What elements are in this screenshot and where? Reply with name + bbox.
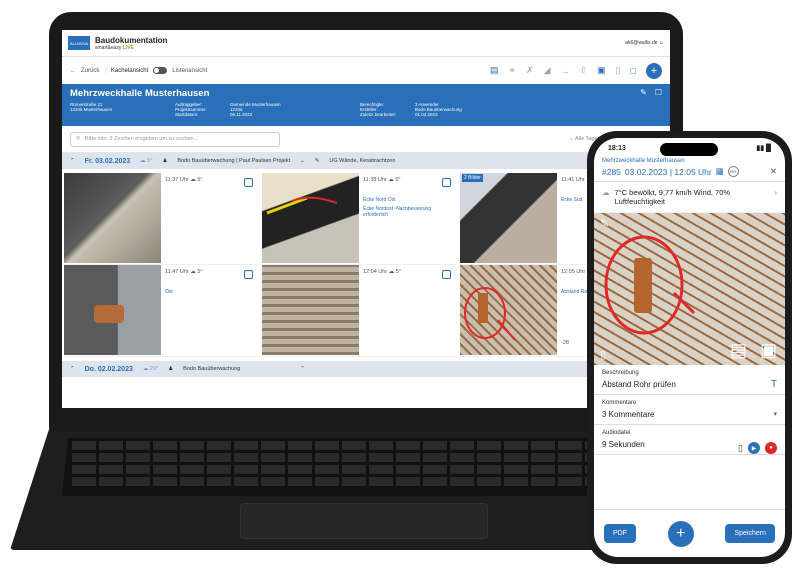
gallery-icon[interactable]: ▤ (730, 340, 747, 361)
collapse-icon: ⌃ (300, 366, 305, 372)
photo-thumbnail (64, 173, 161, 263)
photo-thumbnail: 2 Bilder (460, 173, 557, 263)
avatar: RR (727, 166, 739, 177)
record-icon[interactable]: ● (765, 442, 777, 454)
photo-card[interactable]: 11:47 Uhr ☁ 5° Ost (64, 265, 259, 357)
close-icon[interactable]: ✕ (770, 166, 777, 177)
photo-thumbnail (64, 265, 161, 355)
select-checkbox[interactable] (442, 270, 451, 279)
select-checkbox[interactable] (244, 178, 253, 187)
select-checkbox[interactable] (442, 178, 451, 187)
tile-view-label[interactable]: Kachelansicht (111, 68, 148, 74)
cloud-icon: ☁ (602, 188, 610, 197)
photo-card[interactable]: 11:37 Uhr ☁ 5° (64, 173, 259, 265)
entry-datetime: 03.02.2023 | 12:05 Uhr (624, 166, 712, 177)
select-checkbox-icon[interactable]: ☐ (655, 88, 662, 97)
trash-icon[interactable]: ▯ (600, 348, 606, 361)
chevron-down-icon: ▾ (773, 411, 777, 418)
photo-thumbnail (262, 265, 359, 355)
signal-battery-icon: ▮▮ █ (756, 145, 771, 152)
add-button[interactable]: + (667, 520, 694, 547)
day-date: Do. 02.02.2023 (84, 365, 133, 373)
pdf-button[interactable]: PDF (604, 524, 636, 543)
touchpad (240, 503, 488, 539)
laptop-screen: ALLNOVA Baudokumentation smart&easy LIVE… (62, 30, 670, 408)
tag-icon[interactable]: ◢ (544, 65, 551, 76)
people-icon: ♟ (162, 158, 168, 164)
people-icon: ♟ (168, 366, 174, 372)
trash-icon[interactable]: ▯ (738, 443, 743, 454)
app-subtitle: smart&easy LIVE (95, 44, 134, 51)
entry-header: Mehrzweckhalle Musterhausen #285 03.02.2… (594, 158, 785, 182)
chevron-up-icon: ⌃ (70, 366, 75, 372)
day-date: Fr. 03.02.2023 (84, 157, 131, 165)
play-icon[interactable]: ▶ (748, 442, 760, 454)
camera-icon[interactable]: ▣ (760, 340, 777, 361)
phone-screen: 18:13 ▮▮ █ Mehrzweckhalle Musterhausen #2… (594, 138, 785, 557)
photo-thumbnail (262, 173, 359, 263)
expand-icon: ⌄ (300, 158, 305, 164)
pencil-icon[interactable]: ✎ (600, 217, 609, 230)
entry-photo[interactable]: ✎ ▯ ▤ ▣ (594, 213, 785, 365)
project-title: Mehrzweckhalle Musterhausen (70, 88, 210, 99)
calendar-icon[interactable]: ▦ (716, 166, 724, 177)
document-icon[interactable]: □ (631, 66, 636, 76)
audio-field: Audiodatei 9 Sekunden ▯ ▶ ● (594, 425, 785, 455)
save-button[interactable]: Speichern (725, 524, 775, 543)
view-toggle[interactable] (153, 67, 168, 74)
photo-card[interactable]: 11:38 Uhr ☁ 5° Ecke Nord Ost Ecke Nordost… (262, 173, 457, 265)
folder-icon[interactable]: ▣ (597, 65, 606, 76)
toolbar: ← Zurück | Kachelansicht Listenansicht ▤… (62, 57, 670, 84)
upload-icon[interactable]: ⇧ (580, 65, 588, 76)
unlink-icon[interactable]: ✗ (526, 65, 534, 76)
photo-thumbnail (460, 265, 557, 355)
chevron-up-icon: ⌃ (70, 158, 75, 164)
delete-list-icon[interactable]: ▤ (490, 65, 499, 76)
logo: ALLNOVA (68, 36, 90, 50)
phone: 18:13 ▮▮ █ Mehrzweckhalle Musterhausen #2… (587, 131, 792, 564)
link-icon[interactable]: ⚭ (509, 65, 517, 76)
trash-icon[interactable]: ▯ (616, 65, 621, 76)
chevron-right-icon: › (774, 188, 778, 197)
dynamic-island (660, 143, 718, 156)
photo-grid: 11:37 Uhr ☁ 5° 11:38 Uhr ☁ 5° Ecke Nord … (62, 169, 670, 361)
app-title: Baudokumentation (95, 35, 168, 45)
day-header[interactable]: ⌃ Fr. 03.02.2023 ☁ 5° ♟ Bodo Bauüberwachu… (62, 153, 670, 169)
cloud-icon: ☁ 20° (142, 366, 159, 372)
back-arrow-icon[interactable]: ← (70, 68, 76, 74)
project-name: Mehrzweckhalle Musterhausen (602, 158, 685, 164)
select-checkbox[interactable] (244, 270, 253, 279)
add-button[interactable]: + (646, 62, 662, 79)
bottom-bar: PDF + Speichern (594, 509, 785, 557)
edit-icon[interactable]: ✎ (640, 88, 647, 97)
cloud-icon: ☁ 5° (140, 158, 153, 164)
search-icon: ⚲ (76, 136, 81, 142)
forward-icon[interactable]: → (561, 66, 570, 76)
entry-id: #285 (602, 166, 621, 177)
search-row: ⚲ Bitte min. 3 Zeichen eingeben um zu suc… (62, 126, 670, 153)
user-icon: ☺ (658, 40, 664, 46)
comments-field[interactable]: Kommentare 3 Kommentare ▾ (594, 395, 785, 425)
day-header[interactable]: ⌃ Do. 02.02.2023 ☁ 20° ♟ Bodo Bauüberwach… (62, 361, 670, 377)
user-email[interactable]: ak6@wallis.de ☺ (625, 40, 664, 46)
description-field[interactable]: Beschreibung Abstand Rohr prüfen T (594, 365, 785, 395)
weather-row[interactable]: ☁ 7°C bewölkt, 9,77 km/h Wind, 70% Luftf… (594, 182, 785, 213)
list-view-label[interactable]: Listenansicht (172, 68, 207, 74)
text-format-icon: T (770, 379, 777, 390)
comment-icon: ✎ (314, 158, 320, 164)
project-header: Mehrzweckhalle Musterhausen Römerstraße … (62, 84, 670, 126)
back-button[interactable]: Zurück (81, 68, 99, 74)
keyboard (62, 438, 658, 496)
photo-card[interactable]: 12:04 Uhr ☁ 5° (262, 265, 457, 357)
search-input[interactable]: ⚲ Bitte min. 3 Zeichen eingeben um zu suc… (70, 131, 280, 147)
project-meta: Römerstraße 21 12345 Musterhausen Auftrag… (70, 102, 462, 117)
app-header: ALLNOVA Baudokumentation smart&easy LIVE… (62, 30, 670, 57)
